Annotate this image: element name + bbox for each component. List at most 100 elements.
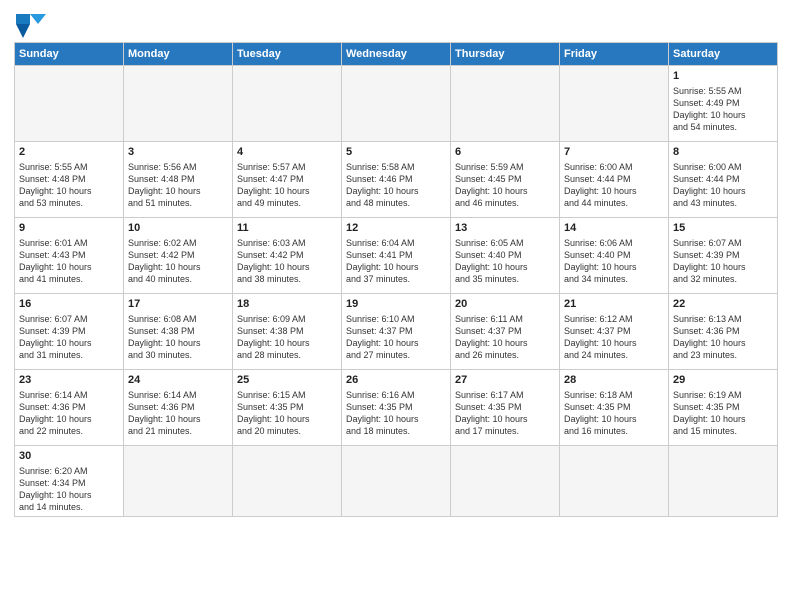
day-number: 29 xyxy=(673,373,773,388)
calendar-cell xyxy=(451,66,560,142)
day-info: Sunrise: 5:55 AM Sunset: 4:49 PM Dayligh… xyxy=(673,85,773,134)
day-info: Sunrise: 6:14 AM Sunset: 4:36 PM Dayligh… xyxy=(128,389,228,438)
day-info: Sunrise: 6:00 AM Sunset: 4:44 PM Dayligh… xyxy=(673,161,773,210)
day-number: 3 xyxy=(128,145,228,160)
logo-icon xyxy=(16,14,44,36)
calendar-cell: 3Sunrise: 5:56 AM Sunset: 4:48 PM Daylig… xyxy=(124,142,233,218)
calendar-cell: 10Sunrise: 6:02 AM Sunset: 4:42 PM Dayli… xyxy=(124,218,233,294)
day-info: Sunrise: 6:11 AM Sunset: 4:37 PM Dayligh… xyxy=(455,313,555,362)
calendar-cell: 22Sunrise: 6:13 AM Sunset: 4:36 PM Dayli… xyxy=(669,294,778,370)
day-number: 16 xyxy=(19,297,119,312)
day-number: 26 xyxy=(346,373,446,388)
day-number: 12 xyxy=(346,221,446,236)
day-number: 24 xyxy=(128,373,228,388)
calendar-cell: 12Sunrise: 6:04 AM Sunset: 4:41 PM Dayli… xyxy=(342,218,451,294)
day-number: 18 xyxy=(237,297,337,312)
calendar-cell xyxy=(233,66,342,142)
day-number: 30 xyxy=(19,449,119,464)
page: SundayMondayTuesdayWednesdayThursdayFrid… xyxy=(0,0,792,612)
day-number: 14 xyxy=(564,221,664,236)
day-info: Sunrise: 6:12 AM Sunset: 4:37 PM Dayligh… xyxy=(564,313,664,362)
calendar-cell: 16Sunrise: 6:07 AM Sunset: 4:39 PM Dayli… xyxy=(15,294,124,370)
calendar-cell: 26Sunrise: 6:16 AM Sunset: 4:35 PM Dayli… xyxy=(342,370,451,446)
logo-area xyxy=(14,10,44,36)
calendar-cell: 9Sunrise: 6:01 AM Sunset: 4:43 PM Daylig… xyxy=(15,218,124,294)
calendar-cell: 28Sunrise: 6:18 AM Sunset: 4:35 PM Dayli… xyxy=(560,370,669,446)
weekday-header-row: SundayMondayTuesdayWednesdayThursdayFrid… xyxy=(15,43,778,66)
weekday-header-thursday: Thursday xyxy=(451,43,560,66)
week-row-2: 9Sunrise: 6:01 AM Sunset: 4:43 PM Daylig… xyxy=(15,218,778,294)
day-info: Sunrise: 6:09 AM Sunset: 4:38 PM Dayligh… xyxy=(237,313,337,362)
day-info: Sunrise: 6:14 AM Sunset: 4:36 PM Dayligh… xyxy=(19,389,119,438)
day-number: 27 xyxy=(455,373,555,388)
calendar-cell: 4Sunrise: 5:57 AM Sunset: 4:47 PM Daylig… xyxy=(233,142,342,218)
calendar-cell: 8Sunrise: 6:00 AM Sunset: 4:44 PM Daylig… xyxy=(669,142,778,218)
calendar-cell xyxy=(342,446,451,517)
calendar-cell: 24Sunrise: 6:14 AM Sunset: 4:36 PM Dayli… xyxy=(124,370,233,446)
day-info: Sunrise: 6:20 AM Sunset: 4:34 PM Dayligh… xyxy=(19,465,119,514)
week-row-5: 30Sunrise: 6:20 AM Sunset: 4:34 PM Dayli… xyxy=(15,446,778,517)
calendar-cell: 6Sunrise: 5:59 AM Sunset: 4:45 PM Daylig… xyxy=(451,142,560,218)
calendar-cell: 23Sunrise: 6:14 AM Sunset: 4:36 PM Dayli… xyxy=(15,370,124,446)
day-number: 17 xyxy=(128,297,228,312)
day-number: 22 xyxy=(673,297,773,312)
calendar-cell: 15Sunrise: 6:07 AM Sunset: 4:39 PM Dayli… xyxy=(669,218,778,294)
calendar-cell: 2Sunrise: 5:55 AM Sunset: 4:48 PM Daylig… xyxy=(15,142,124,218)
week-row-4: 23Sunrise: 6:14 AM Sunset: 4:36 PM Dayli… xyxy=(15,370,778,446)
day-info: Sunrise: 6:04 AM Sunset: 4:41 PM Dayligh… xyxy=(346,237,446,286)
day-info: Sunrise: 6:17 AM Sunset: 4:35 PM Dayligh… xyxy=(455,389,555,438)
calendar-cell: 30Sunrise: 6:20 AM Sunset: 4:34 PM Dayli… xyxy=(15,446,124,517)
week-row-1: 2Sunrise: 5:55 AM Sunset: 4:48 PM Daylig… xyxy=(15,142,778,218)
day-number: 25 xyxy=(237,373,337,388)
calendar-cell: 11Sunrise: 6:03 AM Sunset: 4:42 PM Dayli… xyxy=(233,218,342,294)
calendar-cell: 19Sunrise: 6:10 AM Sunset: 4:37 PM Dayli… xyxy=(342,294,451,370)
calendar-cell: 14Sunrise: 6:06 AM Sunset: 4:40 PM Dayli… xyxy=(560,218,669,294)
day-number: 9 xyxy=(19,221,119,236)
calendar-cell: 29Sunrise: 6:19 AM Sunset: 4:35 PM Dayli… xyxy=(669,370,778,446)
day-info: Sunrise: 6:15 AM Sunset: 4:35 PM Dayligh… xyxy=(237,389,337,438)
calendar-cell: 7Sunrise: 6:00 AM Sunset: 4:44 PM Daylig… xyxy=(560,142,669,218)
calendar-cell xyxy=(342,66,451,142)
day-info: Sunrise: 6:06 AM Sunset: 4:40 PM Dayligh… xyxy=(564,237,664,286)
day-number: 8 xyxy=(673,145,773,160)
day-number: 21 xyxy=(564,297,664,312)
day-number: 20 xyxy=(455,297,555,312)
weekday-header-friday: Friday xyxy=(560,43,669,66)
calendar-cell xyxy=(124,446,233,517)
calendar-cell: 18Sunrise: 6:09 AM Sunset: 4:38 PM Dayli… xyxy=(233,294,342,370)
day-info: Sunrise: 5:56 AM Sunset: 4:48 PM Dayligh… xyxy=(128,161,228,210)
day-info: Sunrise: 6:02 AM Sunset: 4:42 PM Dayligh… xyxy=(128,237,228,286)
day-info: Sunrise: 6:05 AM Sunset: 4:40 PM Dayligh… xyxy=(455,237,555,286)
day-info: Sunrise: 6:13 AM Sunset: 4:36 PM Dayligh… xyxy=(673,313,773,362)
day-info: Sunrise: 6:19 AM Sunset: 4:35 PM Dayligh… xyxy=(673,389,773,438)
weekday-header-monday: Monday xyxy=(124,43,233,66)
calendar-cell: 17Sunrise: 6:08 AM Sunset: 4:38 PM Dayli… xyxy=(124,294,233,370)
day-info: Sunrise: 6:16 AM Sunset: 4:35 PM Dayligh… xyxy=(346,389,446,438)
day-number: 4 xyxy=(237,145,337,160)
day-info: Sunrise: 6:10 AM Sunset: 4:37 PM Dayligh… xyxy=(346,313,446,362)
calendar-cell: 13Sunrise: 6:05 AM Sunset: 4:40 PM Dayli… xyxy=(451,218,560,294)
day-number: 13 xyxy=(455,221,555,236)
calendar-table: SundayMondayTuesdayWednesdayThursdayFrid… xyxy=(14,42,778,517)
day-info: Sunrise: 6:07 AM Sunset: 4:39 PM Dayligh… xyxy=(19,313,119,362)
day-info: Sunrise: 6:08 AM Sunset: 4:38 PM Dayligh… xyxy=(128,313,228,362)
weekday-header-sunday: Sunday xyxy=(15,43,124,66)
day-info: Sunrise: 6:00 AM Sunset: 4:44 PM Dayligh… xyxy=(564,161,664,210)
day-number: 23 xyxy=(19,373,119,388)
weekday-header-saturday: Saturday xyxy=(669,43,778,66)
calendar-cell: 25Sunrise: 6:15 AM Sunset: 4:35 PM Dayli… xyxy=(233,370,342,446)
day-number: 10 xyxy=(128,221,228,236)
day-info: Sunrise: 6:07 AM Sunset: 4:39 PM Dayligh… xyxy=(673,237,773,286)
day-number: 7 xyxy=(564,145,664,160)
calendar-cell xyxy=(451,446,560,517)
day-number: 11 xyxy=(237,221,337,236)
calendar-cell xyxy=(124,66,233,142)
calendar-cell xyxy=(669,446,778,517)
day-number: 6 xyxy=(455,145,555,160)
day-number: 5 xyxy=(346,145,446,160)
week-row-0: 1Sunrise: 5:55 AM Sunset: 4:49 PM Daylig… xyxy=(15,66,778,142)
calendar-cell: 1Sunrise: 5:55 AM Sunset: 4:49 PM Daylig… xyxy=(669,66,778,142)
calendar-cell xyxy=(560,446,669,517)
day-info: Sunrise: 6:03 AM Sunset: 4:42 PM Dayligh… xyxy=(237,237,337,286)
week-row-3: 16Sunrise: 6:07 AM Sunset: 4:39 PM Dayli… xyxy=(15,294,778,370)
